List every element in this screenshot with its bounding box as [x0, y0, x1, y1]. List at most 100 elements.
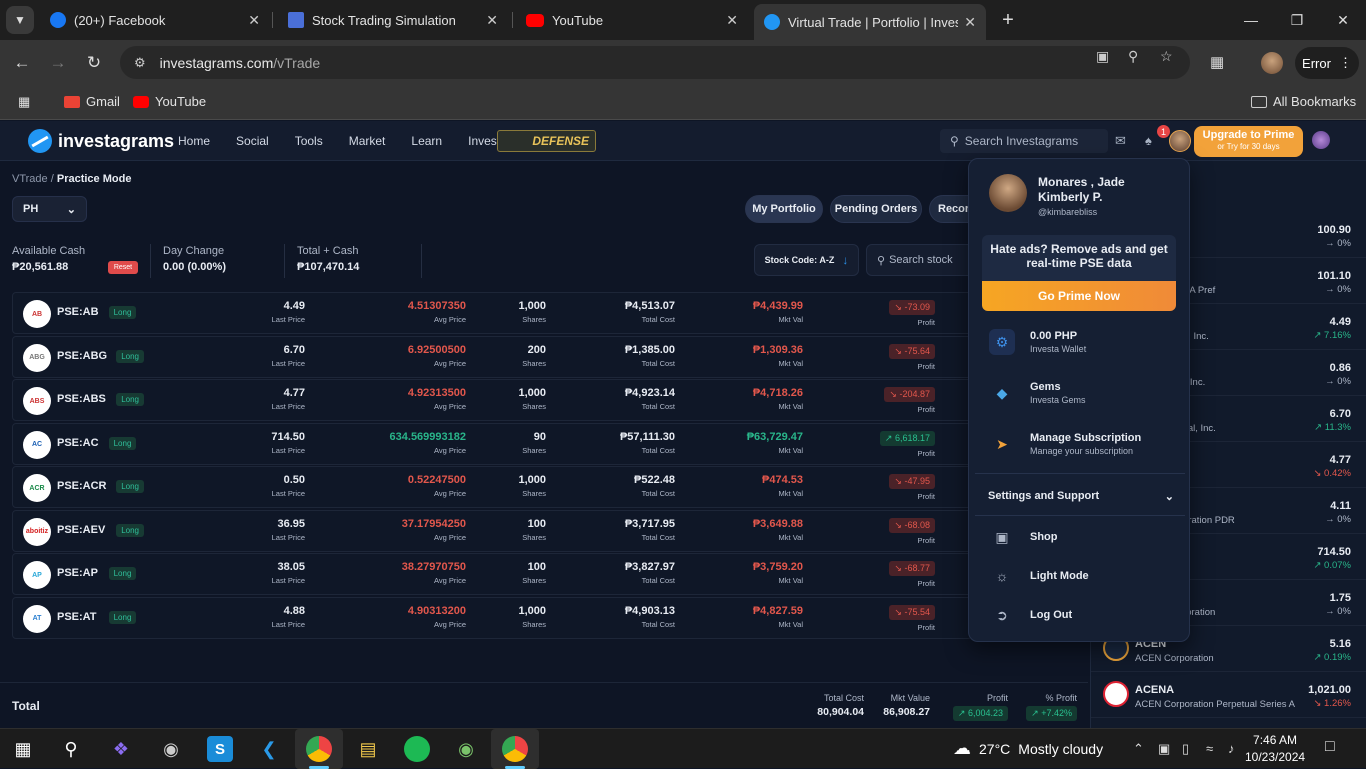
- upgrade-to-prime-button[interactable]: Upgrade to Prime or Try for 30 days: [1194, 126, 1303, 157]
- reload-button[interactable]: ↻: [82, 51, 106, 75]
- tab-youtube[interactable]: YouTube ✕: [516, 4, 748, 36]
- holding-row[interactable]: AB PSE:AB Long 4.49 Last Price 4.51307350 Avg …: [12, 292, 972, 334]
- shares-cell: 1,000 Shares: [518, 474, 546, 498]
- stock-code[interactable]: PSE:AP: [57, 567, 98, 579]
- address-bar[interactable]: ⚙ investagrams.com/vTrade: [120, 46, 1190, 79]
- stock-code[interactable]: PSE:ABS: [57, 393, 106, 405]
- go-prime-button[interactable]: Go Prime Now: [982, 281, 1176, 311]
- meet-icon[interactable]: ▣: [1158, 741, 1170, 757]
- file-explorer-icon[interactable]: ▤: [355, 736, 381, 762]
- spotify-icon[interactable]: [404, 736, 430, 762]
- chrome-icon[interactable]: [306, 736, 332, 762]
- battery-icon[interactable]: ▯: [1182, 741, 1189, 757]
- volume-icon[interactable]: ♪: [1228, 741, 1235, 756]
- tab-pending-orders[interactable]: Pending Orders: [830, 195, 922, 223]
- stock-code[interactable]: PSE:AT: [57, 611, 97, 623]
- chevron-up-icon[interactable]: ⌃: [1133, 741, 1144, 757]
- log-out-item[interactable]: ➲ Log Out: [989, 602, 1072, 628]
- install-app-icon[interactable]: ▣: [1096, 48, 1109, 65]
- clock[interactable]: 7:46 AM 10/23/2024: [1245, 732, 1305, 766]
- tab-search-button[interactable]: ▼: [6, 6, 34, 34]
- manage-subscription-item[interactable]: ➤ Manage Subscription Manage your subscri…: [989, 431, 1141, 457]
- chat-icon[interactable]: ✉: [1115, 133, 1126, 149]
- site-search-input[interactable]: ⚲ Search Investagrams: [940, 129, 1108, 153]
- bookmark-gmail[interactable]: Gmail: [64, 94, 120, 109]
- extensions-icon[interactable]: ▦: [1210, 53, 1224, 71]
- close-tab-icon[interactable]: ✕: [726, 12, 738, 29]
- apps-grid-icon[interactable]: ▦: [18, 94, 30, 110]
- nav-invest[interactable]: Invest: [468, 134, 500, 148]
- holding-row[interactable]: aboitiz PSE:AEV Long 36.95 Last Price 37.1795…: [12, 509, 972, 552]
- close-tab-icon[interactable]: ✕: [486, 12, 498, 29]
- country-select[interactable]: PH ⌄: [12, 196, 87, 222]
- bookmark-youtube[interactable]: YouTube: [133, 94, 206, 109]
- light-mode-item[interactable]: ☼ Light Mode: [989, 563, 1089, 589]
- nav-market[interactable]: Market: [349, 134, 386, 148]
- settings-and-support-toggle[interactable]: Settings and Support ⌄: [988, 490, 1174, 503]
- copilot-icon[interactable]: ❖: [108, 736, 134, 762]
- search-stock-input[interactable]: ⚲ Search stock: [866, 244, 976, 276]
- vscode-icon[interactable]: ❮: [256, 736, 282, 762]
- investagrams-logo[interactable]: investagrams: [28, 129, 174, 153]
- wifi-icon[interactable]: ≈: [1206, 741, 1213, 756]
- holding-row[interactable]: AT PSE:AT Long 4.88 Last Price 4.90313200 Avg …: [12, 596, 972, 639]
- search-icon[interactable]: ⚲: [58, 736, 84, 762]
- close-tab-icon[interactable]: ✕: [248, 12, 260, 29]
- close-tab-icon[interactable]: ✕: [964, 14, 976, 31]
- shop-item[interactable]: ▣ Shop: [989, 524, 1057, 550]
- nav-tools[interactable]: Tools: [295, 134, 323, 148]
- trading-cup-defense-banner[interactable]: DEFENSE: [497, 130, 596, 152]
- zoom-icon[interactable]: ⚲: [1128, 48, 1138, 65]
- minimize-button[interactable]: —: [1228, 0, 1274, 40]
- browser-profile-avatar[interactable]: [1261, 52, 1283, 74]
- breadcrumb-vtrade[interactable]: VTrade: [12, 173, 48, 185]
- market-item-change: ↗ 0.07%: [1313, 560, 1351, 571]
- all-bookmarks[interactable]: All Bookmarks: [1251, 94, 1356, 109]
- nav-learn[interactable]: Learn: [411, 134, 442, 148]
- sort-button[interactable]: Stock Code: A-Z ↓: [754, 244, 859, 276]
- stock-code[interactable]: PSE:AC: [57, 437, 99, 449]
- earth-app-icon[interactable]: ◉: [453, 736, 479, 762]
- camera-icon[interactable]: ◉: [158, 736, 184, 762]
- stock-logo: aboitiz: [23, 517, 51, 546]
- tab-virtual-trade[interactable]: Virtual Trade | Portfolio | Investa ✕: [754, 4, 986, 40]
- investa-gems-item[interactable]: ◆ Gems Investa Gems: [989, 380, 1086, 406]
- holding-row[interactable]: AC PSE:AC Long 714.50 Last Price 634.56999318…: [12, 422, 972, 465]
- investa-wallet-item[interactable]: ⚙ 0.00 PHP Investa Wallet: [989, 329, 1086, 355]
- tab-my-portfolio[interactable]: My Portfolio: [745, 195, 823, 223]
- tab-stock-trading-simulation[interactable]: Stock Trading Simulation ✕: [278, 4, 508, 36]
- holding-row[interactable]: ABG PSE:ABG Long 6.70 Last Price 6.92500500 Av…: [12, 335, 972, 378]
- chrome-icon[interactable]: [502, 736, 528, 762]
- stock-code[interactable]: PSE:ACR: [57, 480, 107, 492]
- holding-row[interactable]: ACR PSE:ACR Long 0.50 Last Price 0.52247500 Av…: [12, 466, 972, 508]
- windows-start-icon[interactable]: ▦: [10, 736, 36, 762]
- close-window-button[interactable]: ✕: [1320, 0, 1366, 40]
- site-info-icon[interactable]: ⚙: [134, 55, 146, 71]
- market-list-item[interactable]: ACENA ACEN Corporation Perpetual Series A…: [1091, 672, 1366, 718]
- total-cost-cell: ₱1,385.00 Total Cost: [624, 343, 675, 368]
- back-button[interactable]: ←: [10, 51, 34, 75]
- youtube-icon: [526, 13, 544, 27]
- profile-name[interactable]: Monares , Jade Kimberly P.: [1038, 175, 1178, 205]
- stock-code[interactable]: PSE:AB: [57, 306, 99, 318]
- stock-code[interactable]: PSE:AEV: [57, 524, 105, 536]
- bell-icon[interactable]: ♠: [1145, 133, 1152, 148]
- holding-row[interactable]: ABS PSE:ABS Long 4.77 Last Price 4.92313500 Av…: [12, 379, 972, 421]
- stock-code[interactable]: PSE:ABG: [57, 350, 107, 362]
- weather-widget[interactable]: ☁ 27°C Mostly cloudy: [953, 738, 1103, 759]
- holding-row[interactable]: AP PSE:AP Long 38.05 Last Price 38.27970750 Av…: [12, 553, 972, 595]
- error-menu-button[interactable]: Error ⋮: [1295, 47, 1359, 79]
- new-tab-button[interactable]: +: [996, 8, 1020, 32]
- bookmark-star-icon[interactable]: ☆: [1160, 48, 1173, 65]
- bookmarks-bar: ▦ Gmail YouTube All Bookmarks: [0, 86, 1366, 120]
- nav-social[interactable]: Social: [236, 134, 269, 148]
- reset-button[interactable]: Reset: [108, 261, 138, 274]
- notifications-icon[interactable]: □: [1325, 738, 1335, 756]
- language-globe-icon[interactable]: [1312, 131, 1330, 149]
- tab-facebook[interactable]: (20+) Facebook ✕: [40, 4, 270, 36]
- user-avatar[interactable]: [1169, 130, 1191, 152]
- skype-icon[interactable]: S: [207, 736, 233, 762]
- restore-button[interactable]: ❐: [1274, 0, 1320, 40]
- forward-button[interactable]: →: [46, 51, 70, 75]
- nav-home[interactable]: Home: [178, 134, 210, 148]
